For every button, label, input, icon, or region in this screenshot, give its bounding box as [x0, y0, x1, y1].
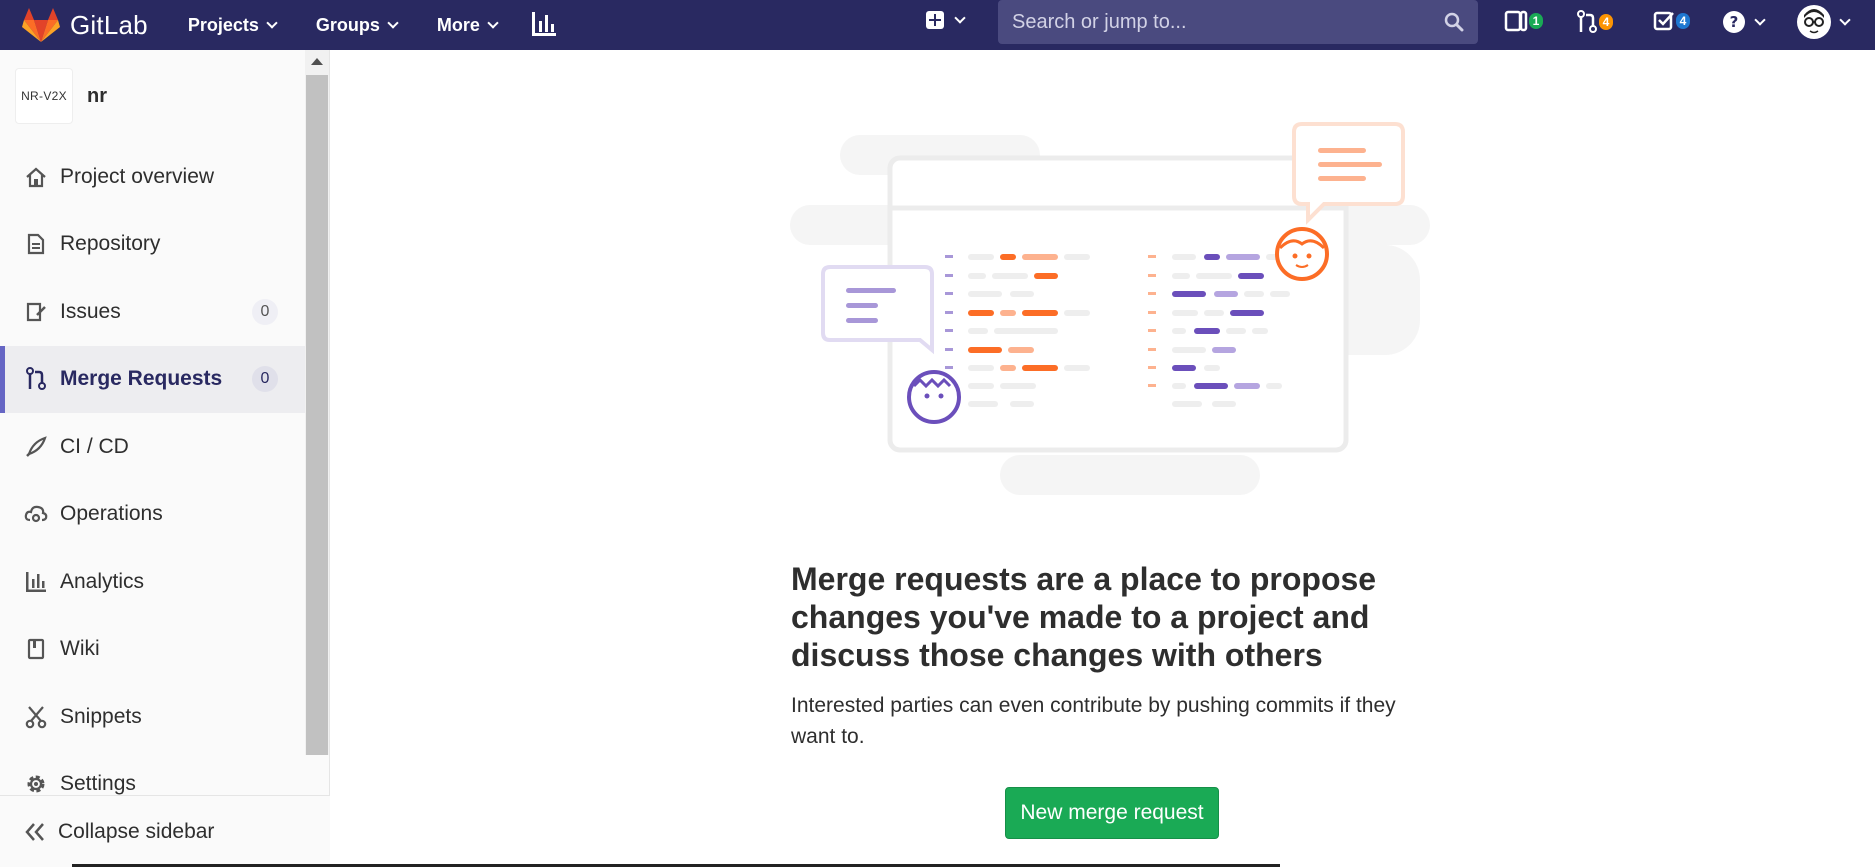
- nav-projects-label: Projects: [187, 14, 259, 35]
- purple-user-face: [907, 370, 961, 424]
- merge-requests-nav-button[interactable]: 4: [1576, 10, 1613, 34]
- help-dropdown[interactable]: ?: [1722, 10, 1766, 34]
- todos-count-badge: 4: [1676, 13, 1690, 29]
- nav-more-dropdown[interactable]: More: [436, 0, 499, 50]
- chevron-down-icon: [487, 16, 499, 29]
- chevron-down-icon: [1754, 13, 1766, 26]
- svg-text:?: ?: [1730, 13, 1739, 31]
- issues-icon: [1504, 10, 1528, 32]
- project-avatar: NR-V2X: [15, 68, 73, 124]
- sidebar-item-label: Analytics: [60, 569, 145, 593]
- sidebar-item-label: Merge Requests: [60, 367, 223, 391]
- plus-square-icon: [926, 11, 944, 29]
- gitlab-home-link[interactable]: GitLab: [22, 0, 148, 50]
- sidebar-item-project-overview[interactable]: Project overview: [0, 143, 305, 211]
- sidebar-item-label: Issues: [60, 299, 121, 323]
- project-name: nr: [87, 84, 107, 107]
- sidebar-item-issues[interactable]: Issues 0: [0, 278, 305, 346]
- sidebar-item-merge-requests[interactable]: Merge Requests 0: [0, 345, 305, 413]
- orange-user-face: [1275, 227, 1329, 281]
- sidebar-item-label: Wiki: [60, 637, 100, 661]
- new-merge-request-button[interactable]: New merge request: [1005, 787, 1219, 839]
- sidebar-scrollbar-thumb[interactable]: [306, 75, 328, 755]
- sidebar-item-label: CI / CD: [60, 434, 129, 458]
- merge-requests-count-badge: 4: [1599, 14, 1613, 30]
- brand-name: GitLab: [70, 9, 148, 40]
- todos-nav-button[interactable]: 4: [1653, 10, 1690, 32]
- collapse-sidebar-button[interactable]: Collapse sidebar: [0, 795, 330, 867]
- chevron-down-icon: [954, 11, 966, 24]
- help-icon: ?: [1723, 11, 1745, 33]
- sidebar-item-label: Project overview: [60, 164, 215, 188]
- collapse-sidebar-label: Collapse sidebar: [58, 819, 215, 843]
- book-icon: [24, 637, 48, 661]
- document-icon: [24, 232, 48, 256]
- gear-icon: [24, 772, 48, 796]
- gitlab-logo-icon: [22, 8, 60, 42]
- nav-groups-dropdown[interactable]: Groups: [315, 0, 399, 50]
- sidebar-menu: Project overview Repository Issues 0 Mer…: [0, 143, 305, 818]
- chevron-down-icon: [1839, 13, 1851, 26]
- sidebar-item-label: Settings: [60, 772, 136, 796]
- nav-groups-label: Groups: [315, 14, 380, 35]
- sidebar-item-analytics[interactable]: Analytics: [0, 548, 305, 616]
- sidebar-item-snippets[interactable]: Snippets: [0, 683, 305, 751]
- rocket-icon: [24, 435, 48, 459]
- sidebar-item-label: Snippets: [60, 704, 142, 728]
- create-new-dropdown[interactable]: [926, 11, 966, 29]
- search-icon[interactable]: [1444, 12, 1464, 32]
- nav-projects-dropdown[interactable]: Projects: [187, 0, 278, 50]
- cloud-gear-icon: [24, 502, 48, 526]
- merge-request-icon: [1577, 10, 1597, 33]
- double-chevron-left-icon: [24, 822, 46, 842]
- sidebar-item-repository[interactable]: Repository: [0, 211, 305, 279]
- chevron-down-icon: [266, 16, 278, 29]
- sidebar-item-label: Operations: [60, 502, 163, 526]
- nav-more-label: More: [436, 14, 480, 35]
- chevron-down-icon: [387, 16, 399, 29]
- sidebar-item-wiki[interactable]: Wiki: [0, 616, 305, 684]
- scissors-icon: [24, 705, 48, 729]
- empty-state-description: Interested parties can even contribute b…: [791, 694, 1396, 748]
- merge-requests-count-badge: 0: [252, 366, 278, 393]
- user-avatar: [1797, 5, 1831, 39]
- merge-requests-empty-illustration: [790, 122, 1430, 495]
- issues-nav-button[interactable]: 1: [1504, 10, 1543, 32]
- chart-icon: [24, 570, 48, 594]
- search-input[interactable]: [1012, 10, 1432, 34]
- user-menu-dropdown[interactable]: [1797, 5, 1851, 39]
- sidebar-item-operations[interactable]: Operations: [0, 481, 305, 549]
- sidebar-item-label: Repository: [60, 232, 161, 256]
- project-header-link[interactable]: NR-V2X nr: [15, 68, 107, 124]
- merge-request-icon: [24, 367, 48, 391]
- search-box: [998, 0, 1478, 44]
- issues-count-badge: 1: [1529, 13, 1543, 29]
- issues-count-badge: 0: [252, 298, 278, 325]
- scroll-up-arrow-icon[interactable]: [311, 58, 323, 65]
- todo-check-icon: [1653, 11, 1674, 31]
- home-icon: [24, 165, 48, 189]
- issues-icon: [24, 300, 48, 324]
- activity-chart-icon[interactable]: [531, 12, 557, 36]
- empty-state-heading: Merge requests are a place to propose ch…: [791, 561, 1377, 673]
- sidebar-item-ci-cd[interactable]: CI / CD: [0, 413, 305, 481]
